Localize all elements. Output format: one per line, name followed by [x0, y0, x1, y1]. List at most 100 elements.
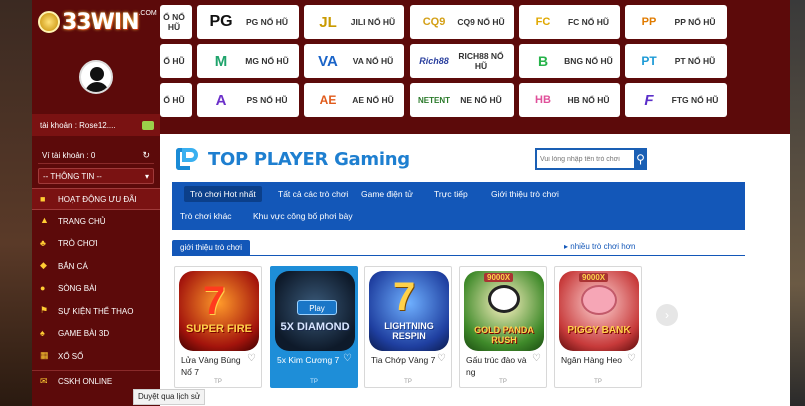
pp-logo-icon: PP	[641, 16, 657, 28]
provider-tile[interactable]: Ổ HŨ	[160, 83, 192, 117]
logo-text: 33WIN	[62, 9, 139, 35]
game-name: Ngân Hàng Heo	[561, 355, 622, 365]
page-title: TOP PLAYER Gaming	[208, 148, 410, 170]
avatar-shoulders	[85, 82, 109, 92]
sidebar-item-lottery[interactable]: ▦ XỔ SỐ	[32, 345, 160, 368]
game-card[interactable]: 9000X PIGGY BANK Ngân Hàng Heo ♡ TP	[554, 266, 642, 388]
ae-logo-icon: AE	[319, 93, 337, 107]
tab-live[interactable]: Trực tiếp	[428, 186, 474, 202]
sidebar: 33WIN .COM tài khoản : Rose12.... Ví tài…	[32, 0, 160, 406]
sidebar-item-label: BẮN CÁ	[58, 261, 88, 271]
provider-tile-fc[interactable]: FC FC NỔ HŨ	[519, 5, 620, 39]
provider-tag: TP	[594, 379, 602, 385]
rich88-logo-icon: Rich88	[419, 56, 449, 66]
tab-all-games[interactable]: Tất cả các trò chơi	[272, 186, 354, 202]
tab-disclosure[interactable]: Khu vực công bố phơi bày	[247, 208, 359, 224]
gift-icon: ■	[40, 194, 46, 204]
account-row[interactable]: tài khoản : Rose12....	[32, 114, 160, 136]
sidebar-item-sports[interactable]: ⚑ SỰ KIỆN THỂ THAO	[32, 300, 160, 323]
provider-tile-cq9[interactable]: CQ9 CQ9 NỔ HŨ	[410, 5, 514, 39]
account-label: tài khoản : Rose12....	[40, 120, 116, 130]
tab-game-intro[interactable]: Giới thiệu trò chơi	[485, 186, 565, 202]
tab-hot-games[interactable]: Trò chơi Hot nhất	[184, 186, 262, 202]
info-select[interactable]: -- THÔNG TIN -- ▾	[38, 168, 154, 184]
more-games-link[interactable]: ▸ nhiều trò chơi hơn	[564, 242, 635, 251]
top-player-logo-icon	[174, 146, 204, 172]
refresh-icon[interactable]: ↻	[142, 150, 150, 161]
provider-grid: Ổ NỔ HŨ PG PG NỔ HŨ JL JILI NỔ HŨ CQ9 CQ…	[160, 0, 790, 126]
search-icon: ⚲	[636, 152, 645, 166]
pt-logo-icon: PT	[641, 54, 657, 68]
search-input[interactable]	[535, 148, 634, 170]
provider-tile-hb[interactable]: HB HB NỔ HŨ	[519, 83, 620, 117]
game-thumbnail: Play 5X DIAMOND	[275, 271, 355, 351]
game-card[interactable]: 7 SUPER FIRE Lửa Vàng Bùng Nổ 7 ♡ TP	[174, 266, 262, 388]
provider-tile[interactable]: Ổ NỔ HŨ	[160, 5, 192, 39]
provider-tile-pt[interactable]: PT PT NỔ HŨ	[625, 44, 727, 78]
provider-tile-ftg[interactable]: F FTG NỔ HŨ	[625, 83, 727, 117]
chat-icon: ✉	[40, 375, 48, 386]
game-thumbnail: 7 SUPER FIRE	[179, 271, 259, 351]
favorite-heart-icon[interactable]: ♡	[532, 353, 541, 364]
sidebar-item-casino[interactable]: ● SÒNG BÀI	[32, 278, 160, 301]
main-content: TOP PLAYER Gaming ⚲ Trò chơi Hot nhất Tấ…	[160, 134, 790, 406]
background-left	[0, 0, 32, 406]
game-search: ⚲	[535, 148, 647, 170]
game-card[interactable]: 9000X GOLD PANDA RUSH Gấu trúc đào và ng…	[459, 266, 547, 388]
favorite-heart-icon[interactable]: ♡	[437, 353, 446, 364]
panda-face	[488, 285, 520, 313]
sidebar-item-3d-cards[interactable]: ♠ GAME BÀI 3D	[32, 323, 160, 346]
sidebar-item-games[interactable]: ♣ TRÒ CHƠI	[32, 233, 160, 256]
sidebar-item-home[interactable]: ▲ TRANG CHỦ	[32, 210, 160, 233]
provider-tile-jili[interactable]: JL JILI NỔ HŨ	[304, 5, 404, 39]
game-thumbnail-title: SUPER FIRE	[185, 323, 252, 335]
favorite-heart-icon[interactable]: ♡	[247, 353, 256, 364]
sidebar-item-promotions[interactable]: ■ HOẠT ĐỘNG ƯU ĐÃI	[32, 188, 160, 210]
slider-next-button[interactable]: ›	[656, 304, 678, 326]
logo-badge-icon	[38, 11, 60, 33]
provider-tile-bng[interactable]: B BNG NỔ HŨ	[519, 44, 620, 78]
provider-tile-pp[interactable]: PP PP NỔ HŨ	[625, 5, 727, 39]
tab-electronic-games[interactable]: Game điện tử	[355, 186, 419, 202]
provider-tile-netent[interactable]: NETENT NE NỔ HŨ	[410, 83, 514, 117]
sidebar-item-fishing[interactable]: ◆ BẮN CÁ	[32, 255, 160, 278]
mg-logo-icon: M	[214, 52, 228, 70]
site-logo[interactable]: 33WIN .COM	[32, 0, 160, 44]
game-card-highlighted[interactable]: Play 5X DIAMOND 5x Kim Cương 7 ♡ TP	[270, 266, 358, 388]
section-tab[interactable]: giới thiệu trò chơi	[172, 240, 251, 255]
favorite-heart-icon[interactable]: ♡	[343, 353, 352, 364]
sidebar-menu: ■ HOẠT ĐỘNG ƯU ĐÃI ▲ TRANG CHỦ ♣ TRÒ CHƠ…	[32, 188, 160, 392]
message-icon[interactable]	[142, 120, 154, 130]
sidebar-item-label: XỔ SỐ	[58, 351, 84, 361]
favorite-heart-icon[interactable]: ♡	[627, 353, 636, 364]
provider-tag: TP	[404, 379, 412, 385]
avatar[interactable]	[79, 60, 113, 94]
cq9-logo-icon: CQ9	[422, 16, 446, 28]
chevron-down-icon: ▾	[144, 171, 149, 181]
provider-tile-va[interactable]: VA VA NỔ HŨ	[304, 44, 404, 78]
provider-tile-pg[interactable]: PG PG NỔ HŨ	[197, 5, 299, 39]
game-thumbnail: 7 LIGHTNING RESPIN	[369, 271, 449, 351]
casino-icon: ●	[40, 282, 46, 293]
multiplier-badge: 9000X	[579, 273, 609, 282]
section-divider	[172, 255, 745, 256]
tab-other-games[interactable]: Trò chơi khác	[174, 208, 238, 224]
va-logo-icon: VA	[318, 52, 338, 70]
status-text: Duyệt qua lịch sử	[138, 392, 201, 401]
multiplier-badge: 9000X	[484, 273, 514, 282]
provider-tile-mg[interactable]: M MG NỔ HŨ	[197, 44, 299, 78]
fc-logo-icon: FC	[535, 16, 551, 28]
provider-tile-ps[interactable]: A PS NỔ HŨ	[197, 83, 299, 117]
sidebar-item-label: SỰ KIỆN THỂ THAO	[58, 306, 134, 316]
game-thumbnail: 9000X GOLD PANDA RUSH	[464, 271, 544, 351]
ftg-logo-icon: F	[644, 91, 654, 109]
provider-tile-ae[interactable]: AE AE NỔ HŨ	[304, 83, 404, 117]
sidebar-item-label: GAME BÀI 3D	[58, 329, 110, 339]
play-button[interactable]: Play	[297, 300, 337, 315]
ps-logo-icon: A	[215, 91, 227, 109]
provider-tile[interactable]: Ổ HŨ	[160, 44, 192, 78]
game-card[interactable]: 7 LIGHTNING RESPIN Tia Chớp Vàng 7 ♡ TP	[364, 266, 452, 388]
provider-tag: TP	[499, 379, 507, 385]
search-button[interactable]: ⚲	[634, 148, 647, 170]
provider-tile-rich88[interactable]: Rich88 RICH88 NỔ HŨ	[410, 44, 514, 78]
